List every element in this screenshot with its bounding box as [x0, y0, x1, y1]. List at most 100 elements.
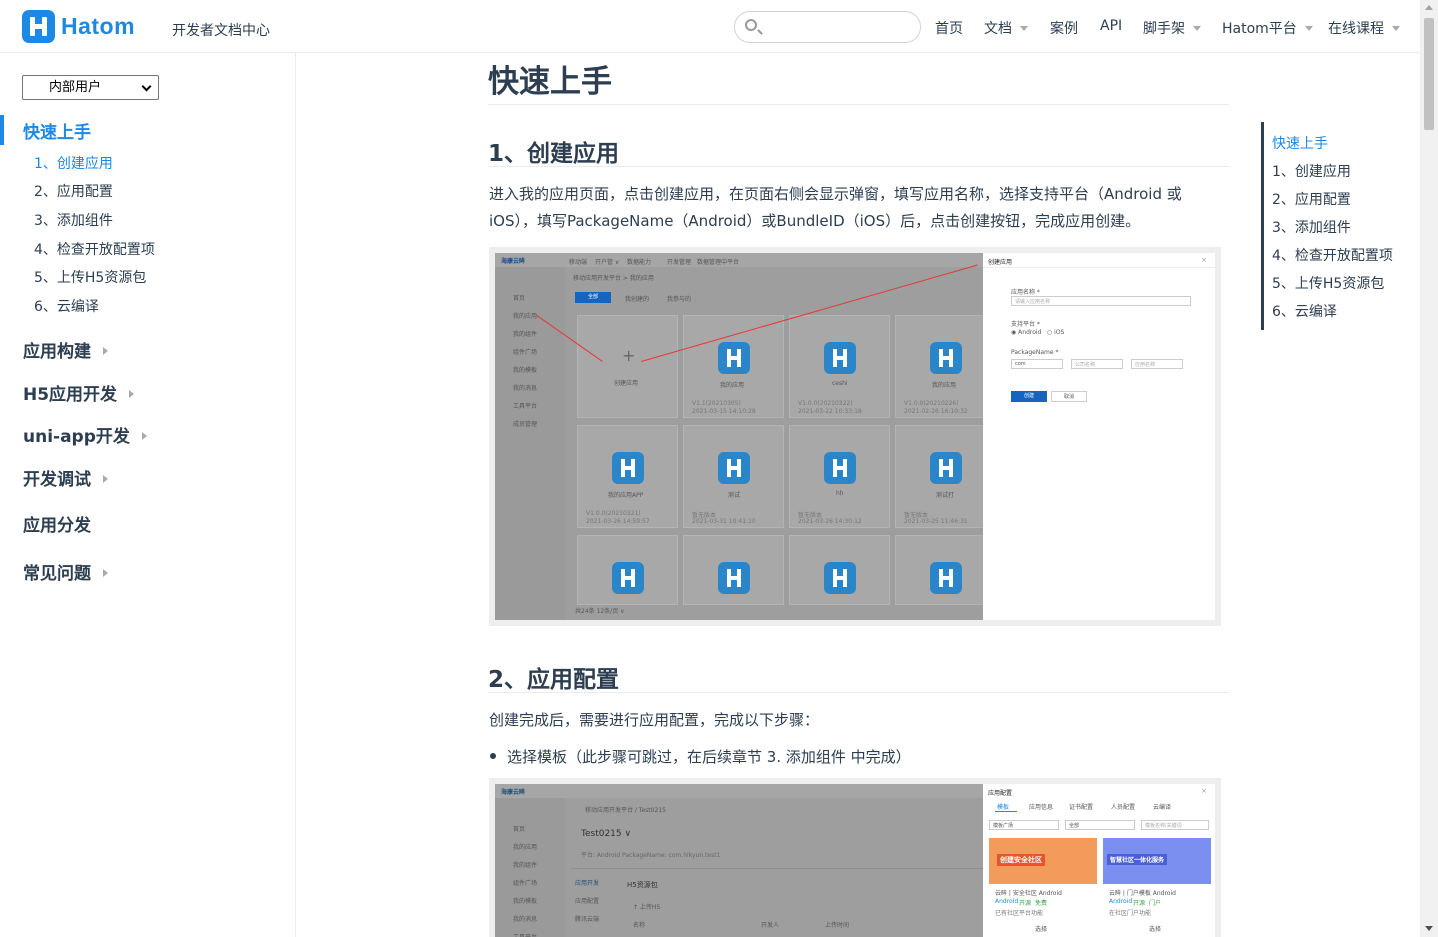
screenshot-tab: 开户管 ∨ — [595, 259, 620, 266]
sidebar-item-app-config[interactable]: 2、应用配置 — [34, 181, 113, 201]
chevron-right-icon — [103, 347, 108, 355]
screenshot-create-dialog: 创建应用 × 应用名称 * 请输入应用名称 支持平台 * ◉ Android ○… — [983, 253, 1215, 620]
screenshot-app-card: ceshi V1.0.0(20210322) 2021-03-22 10:33:… — [789, 315, 890, 418]
chevron-right-icon — [141, 432, 147, 440]
screenshot-tab: 数据管理中平台 — [697, 259, 740, 266]
sidebar-item-check-config[interactable]: 4、检查开放配置项 — [34, 239, 155, 259]
nav-api[interactable]: API — [1100, 18, 1122, 34]
sidebar-item-add-component[interactable]: 3、添加组件 — [34, 210, 113, 230]
sidebar-group-h5-dev[interactable]: H5应用开发 — [23, 380, 135, 405]
sidebar-group-distribution[interactable]: 应用分发 — [23, 511, 91, 536]
chevron-right-icon — [129, 390, 135, 398]
scroll-down-icon[interactable] — [1425, 926, 1433, 931]
nav-hatom-platform[interactable]: Hatom平台 — [1222, 18, 1313, 38]
chevron-right-icon — [103, 475, 108, 483]
screenshot-app-card: 我的应用 V1.1(20210305) 2021-03-15 14:10:28 — [683, 315, 784, 418]
screenshot-app-card: 测试 暂无版本 2021-03-31 10:41:10 — [683, 425, 784, 528]
page-title: 快速上手 — [488, 64, 612, 100]
nav-scaffold[interactable]: 脚手架 — [1143, 18, 1201, 38]
toc-item-app-config[interactable]: 2、应用配置 — [1272, 189, 1351, 209]
toc-item-upload-h5[interactable]: 5、上传H5资源包 — [1272, 273, 1384, 293]
screenshot-menu: 我的应用 — [513, 313, 538, 320]
screenshot-menu: 我的消息 — [513, 385, 538, 392]
chevron-down-icon — [1193, 26, 1201, 31]
screenshot-tab: 开发管理 — [667, 259, 692, 266]
divider — [488, 692, 1229, 693]
sidebar-item-cloud-compile[interactable]: 6、云编译 — [34, 296, 99, 316]
active-indicator — [0, 115, 4, 145]
search-icon — [745, 19, 757, 31]
section-app-config-text: 创建完成后，需要进行应用配置，完成以下步骤： — [489, 711, 820, 729]
create-app-screenshot: 海康云眸 移动端 开户管 ∨ 数据能力 开发管理 数据管理中平台 首页 我的应用… — [489, 247, 1221, 626]
app-icon — [930, 342, 962, 374]
list-item: 选择模板（此步骤可跳过，在后续章节 3. 添加组件 中完成） — [490, 746, 911, 767]
screenshot-filter: 我参与的 — [667, 296, 692, 303]
nav-cases[interactable]: 案例 — [1050, 18, 1078, 38]
nav-docs[interactable]: 文档 — [984, 18, 1028, 38]
screenshot-brand: 海康云眸 — [501, 258, 526, 265]
app-icon — [612, 452, 644, 484]
chevron-down-icon — [141, 81, 152, 92]
sidebar-group-uniapp-dev[interactable]: uni-app开发 — [23, 422, 147, 447]
app-icon — [824, 452, 856, 484]
app-icon — [718, 452, 750, 484]
scrollbar-thumb[interactable] — [1424, 18, 1434, 130]
screenshot-app-list: 海康云眸 移动端 开户管 ∨ 数据能力 开发管理 数据管理中平台 首页 我的应用… — [495, 253, 983, 620]
sidebar-item-create-app[interactable]: 1、创建应用 — [34, 153, 113, 173]
screenshot-breadcrumb: 移动应用开发平台 > 我的应用 — [573, 275, 654, 282]
app-icon — [824, 342, 856, 374]
toc-item-cloud-compile[interactable]: 6、云编译 — [1272, 301, 1337, 321]
chevron-right-icon — [103, 569, 108, 577]
page-scrollbar[interactable] — [1420, 0, 1438, 937]
screenshot-add-card: + 创建应用 — [577, 315, 678, 418]
search-box[interactable] — [734, 11, 921, 43]
section-heading-create-app: 1、创建应用 — [488, 141, 620, 167]
app-icon — [930, 452, 962, 484]
sidebar-group-faq[interactable]: 常见问题 — [23, 559, 108, 584]
chevron-down-icon — [1392, 26, 1400, 31]
app-icon — [718, 342, 750, 374]
screenshot-menu: 组件广场 — [513, 349, 538, 356]
hatom-logo-icon — [22, 10, 55, 43]
logo[interactable]: Hatom — [22, 10, 135, 43]
screenshot-app-detail: 海康云眸 首页 我的应用 我的组件 组件广场 我的模板 我的消息 工具平台 移动… — [495, 784, 983, 937]
sidebar-group-quickstart[interactable]: 快速上手 — [23, 118, 91, 143]
toc-item-quickstart[interactable]: 快速上手 — [1272, 133, 1328, 153]
site-subtitle: 开发者文档中心 — [172, 23, 270, 39]
top-navbar: Hatom 开发者文档中心 首页 文档 案例 API 脚手架 Hatom平台 在… — [0, 0, 1420, 53]
section-create-app-text: 进入我的应用页面，点击创建应用，在页面右侧会显示弹窗，填写应用名称，选择支持平台… — [489, 185, 1182, 230]
app-config-screenshot: 海康云眸 首页 我的应用 我的组件 组件广场 我的模板 我的消息 工具平台 移动… — [489, 778, 1221, 937]
screenshot-filter: 我创建的 — [625, 296, 650, 303]
divider — [488, 166, 1229, 167]
screenshot-tab: 移动端 — [569, 259, 588, 266]
screenshot-config-dialog: 应用配置 × 模板 应用信息 证书配置 人员配置 云编译 模板广场 全部 模板名… — [983, 784, 1215, 937]
screenshot-app-card: 我的应用 V1.0.0(20210226) 2021-02-26 16:10:3… — [895, 315, 983, 418]
screenshot-menu: 工具平台 — [513, 403, 538, 410]
nav-home[interactable]: 首页 — [935, 18, 963, 38]
nav-courses[interactable]: 在线课程 — [1328, 18, 1400, 38]
sidebar-group-debug[interactable]: 开发调试 — [23, 465, 108, 490]
screenshot-tab: 数据能力 — [627, 259, 652, 266]
sidebar-item-upload-h5[interactable]: 5、上传H5资源包 — [34, 267, 146, 287]
screenshot-app-card: 我的应用APP V1.0.0(20210321) 2021-03-26 14:5… — [577, 425, 678, 528]
screenshot-menu: 成员管理 — [513, 421, 538, 428]
sidebar: 内部用户 快速上手 1、创建应用 2、应用配置 3、添加组件 4、检查开放配置项… — [0, 53, 296, 937]
screenshot-filter: 全部 — [575, 292, 611, 303]
chevron-down-icon — [1304, 26, 1313, 31]
toc-item-check-config[interactable]: 4、检查开放配置项 — [1272, 245, 1393, 265]
divider — [488, 104, 1229, 105]
sidebar-group-app-build[interactable]: 应用构建 — [23, 337, 108, 362]
screenshot-menu: 我的模板 — [513, 367, 538, 374]
brand-name: Hatom — [61, 13, 136, 39]
scroll-up-icon[interactable] — [1425, 5, 1433, 10]
chevron-down-icon — [1020, 26, 1028, 31]
screenshot-app-card: 测试打 暂无版本 2021-03-25 11:46:31 — [895, 425, 983, 528]
user-type-select[interactable]: 内部用户 — [22, 75, 159, 100]
screenshot-app-card: hh 暂无版本 2021-03-26 14:30:12 — [789, 425, 890, 528]
screenshot-menu: 首页 — [513, 295, 526, 302]
toc-indicator — [1261, 122, 1264, 330]
toc-item-add-component[interactable]: 3、添加组件 — [1272, 217, 1351, 237]
screenshot-menu: 我的组件 — [513, 331, 538, 338]
search-input[interactable] — [765, 16, 913, 38]
toc-item-create-app[interactable]: 1、创建应用 — [1272, 161, 1351, 181]
